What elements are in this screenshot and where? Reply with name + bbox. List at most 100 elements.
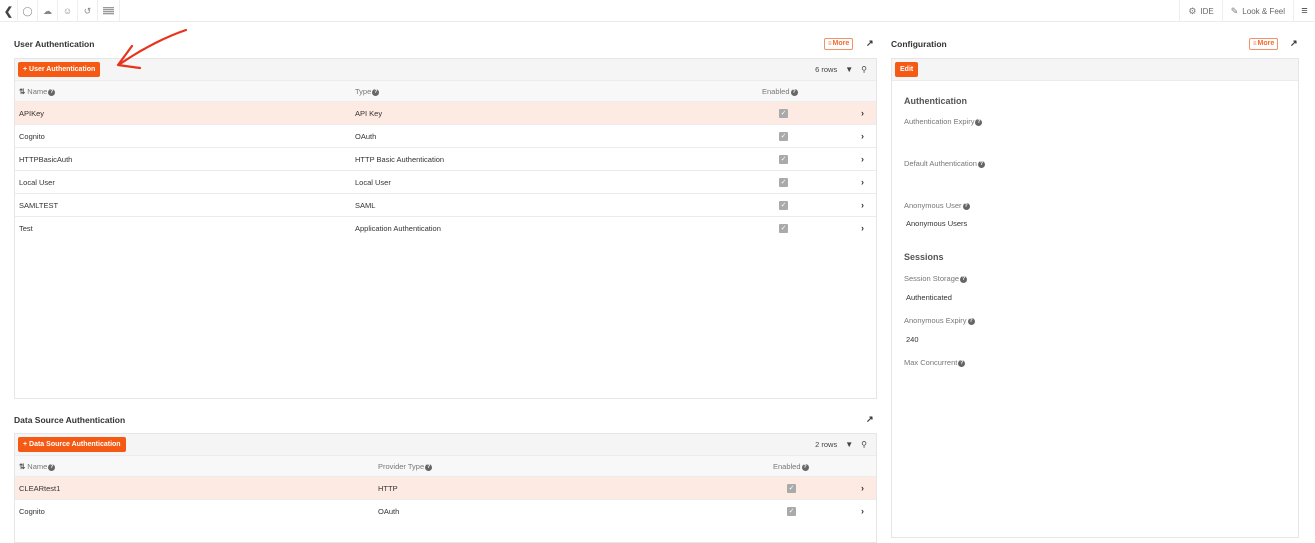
configuration-more-button[interactable]: ≡More — [1249, 38, 1279, 50]
enabled-checkbox: ✓ — [779, 178, 788, 187]
more-label: More — [1257, 40, 1275, 47]
user-auth-title: User Authentication — [14, 39, 95, 49]
spinner-button[interactable]: ↺ — [78, 0, 98, 22]
name-column-header[interactable]: ⇅ Name? — [19, 87, 56, 96]
name-column-header[interactable]: ⇅ Name? — [19, 462, 56, 471]
auth-expiry-label: Authentication Expiry? — [904, 117, 983, 126]
table-row[interactable]: Test Application Authentication ✓ › — [15, 217, 876, 240]
row-type: HTTP Basic Authentication — [355, 155, 445, 164]
menu-button[interactable]: ≡ — [1293, 0, 1315, 22]
table-row[interactable]: Local User Local User ✓ › — [15, 171, 876, 194]
table-row[interactable]: Cognito OAuth ✓ › — [15, 125, 876, 148]
user-auth-expand-icon[interactable]: ↗ — [866, 38, 874, 49]
configuration-expand-icon[interactable]: ↗ — [1290, 38, 1298, 49]
enabled-checkbox: ✓ — [779, 109, 788, 118]
default-auth-label-text: Default Authentication — [904, 159, 977, 168]
add-user-auth-button[interactable]: + User Authentication — [18, 62, 101, 77]
help-icon[interactable]: ? — [960, 276, 968, 283]
add-data-source-auth-button[interactable]: + Data Source Authentication — [18, 437, 126, 452]
enabled-column-header[interactable]: Enabled? — [773, 462, 809, 471]
enabled-checkbox: ✓ — [779, 132, 788, 141]
row-name: APIKey — [19, 109, 45, 118]
user-auth-grid-toolbar: + User Authentication 6 rows ▼ ⚲ — [15, 59, 876, 81]
enabled-checkbox: ✓ — [779, 201, 788, 210]
filter-icon[interactable]: ▼ — [845, 65, 853, 74]
authentication-section-title: Authentication — [904, 96, 967, 106]
row-name: CLEARtest1 — [19, 484, 61, 493]
table-row[interactable]: Cognito OAuth ✓ › — [15, 500, 876, 523]
back-button[interactable]: ❮ — [0, 0, 18, 22]
chevron-right-icon[interactable]: › — [861, 506, 864, 516]
search-icon[interactable]: ⚲ — [861, 440, 867, 449]
enabled-column-header[interactable]: Enabled? — [762, 87, 798, 96]
anonymous-user-value: Anonymous Users — [906, 219, 968, 228]
chevron-right-icon[interactable]: › — [861, 108, 864, 118]
data-source-auth-expand-icon[interactable]: ↗ — [866, 414, 874, 425]
provider-type-header-label: Provider Type — [378, 462, 425, 471]
type-column-header[interactable]: Type? — [355, 87, 380, 96]
sort-icon[interactable]: ⇅ — [19, 462, 25, 471]
user-icon: ☺ — [62, 6, 73, 16]
cloud-button[interactable]: ☁ — [38, 0, 58, 22]
help-icon[interactable]: ? — [48, 464, 56, 471]
chevron-left-icon: ❮ — [3, 5, 14, 18]
help-icon[interactable]: ? — [958, 360, 966, 367]
flag-button[interactable] — [98, 0, 120, 22]
chevron-right-icon[interactable]: › — [861, 154, 864, 164]
look-feel-button[interactable]: ✎ Look & Feel — [1221, 0, 1293, 22]
help-icon[interactable]: ? — [425, 464, 433, 471]
chevron-right-icon[interactable]: › — [861, 131, 864, 141]
type-header-label: Type — [355, 87, 372, 96]
provider-type-column-header[interactable]: Provider Type? — [378, 462, 433, 471]
row-name: Cognito — [19, 507, 45, 516]
chevron-right-icon[interactable]: › — [861, 200, 864, 210]
chevron-right-icon[interactable]: › — [861, 223, 864, 233]
help-icon[interactable]: ? — [790, 89, 798, 96]
max-concurrent-label: Max Concurrent? — [904, 358, 966, 367]
help-icon[interactable]: ? — [962, 203, 970, 210]
filter-icon[interactable]: ▼ — [845, 440, 853, 449]
name-header-label: Name — [27, 87, 48, 96]
anonymous-expiry-label: Anonymous Expiry? — [904, 316, 975, 325]
help-icon[interactable]: ? — [48, 89, 56, 96]
row-name: Test — [19, 224, 33, 233]
row-name: Cognito — [19, 132, 45, 141]
edit-button[interactable]: Edit — [895, 62, 919, 77]
ide-button[interactable]: ⚙ IDE — [1179, 0, 1221, 22]
menu-icon: ≡ — [1301, 5, 1308, 17]
row-type: SAML — [355, 201, 376, 210]
help-icon[interactable]: ? — [977, 161, 985, 168]
user-button[interactable]: ☺ — [58, 0, 78, 22]
user-auth-more-button[interactable]: ≡More — [824, 38, 854, 50]
table-row[interactable]: SAMLTEST SAML ✓ › — [15, 194, 876, 217]
session-storage-label: Session Storage? — [904, 274, 968, 283]
enabled-checkbox: ✓ — [779, 224, 788, 233]
chevron-right-icon[interactable]: › — [861, 483, 864, 493]
row-type: Local User — [355, 178, 391, 187]
chevron-right-icon[interactable]: › — [861, 177, 864, 187]
table-row[interactable]: HTTPBasicAuth HTTP Basic Authentication … — [15, 148, 876, 171]
enabled-checkbox: ✓ — [787, 484, 796, 493]
row-count: 6 rows — [815, 65, 838, 74]
help-icon[interactable]: ? — [372, 89, 380, 96]
list-icon: ≡ — [1253, 41, 1257, 47]
edit-icon: ✎ — [1230, 5, 1239, 16]
table-row[interactable]: CLEARtest1 HTTP ✓ › — [15, 477, 876, 500]
shield-icon: ◯ — [22, 5, 33, 16]
enabled-checkbox: ✓ — [779, 155, 788, 164]
spinner-icon: ↺ — [83, 5, 92, 16]
row-name: Local User — [19, 178, 55, 187]
help-icon[interactable]: ? — [801, 464, 809, 471]
row-type: OAuth — [355, 132, 377, 141]
sort-icon[interactable]: ⇅ — [19, 87, 25, 96]
enabled-header-label: Enabled — [773, 462, 801, 471]
help-icon[interactable]: ? — [975, 119, 983, 126]
user-auth-grid: + User Authentication 6 rows ▼ ⚲ ⇅ Name? … — [14, 58, 877, 399]
enabled-header-label: Enabled — [762, 87, 790, 96]
row-name: SAMLTEST — [19, 201, 59, 210]
help-icon[interactable]: ? — [967, 318, 975, 325]
search-icon[interactable]: ⚲ — [861, 65, 867, 74]
table-row[interactable]: APIKey API Key ✓ › — [15, 102, 876, 125]
shield-button[interactable]: ◯ — [18, 0, 38, 22]
gear-icon: ⚙ — [1188, 5, 1197, 16]
